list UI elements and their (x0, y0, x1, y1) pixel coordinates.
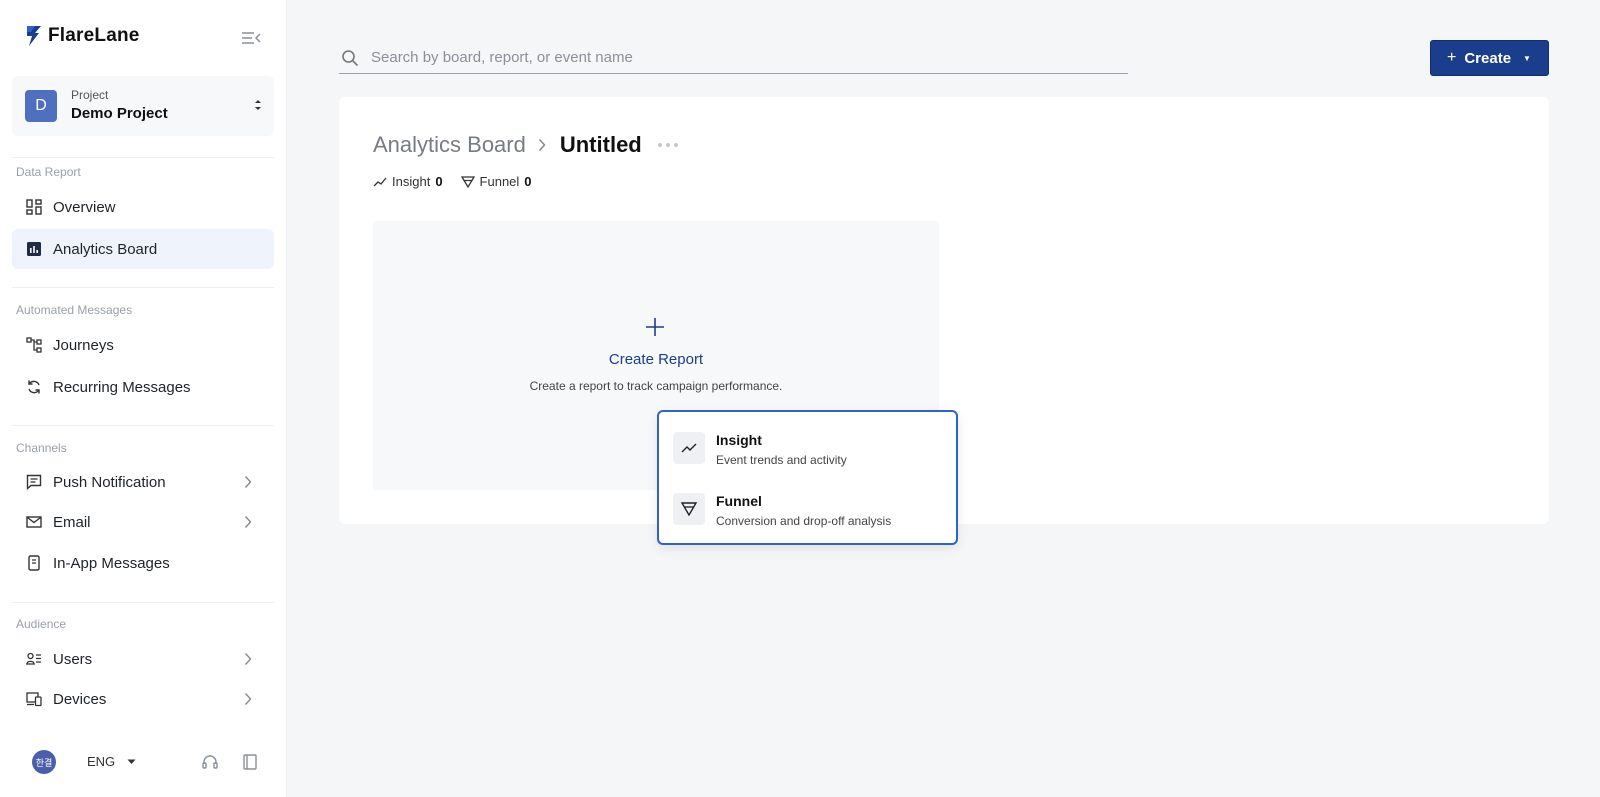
search-input[interactable] (371, 49, 1071, 66)
create-button-label: Create (1464, 49, 1512, 67)
project-selector[interactable]: D Project Demo Project (12, 76, 274, 136)
sidebar-item-push-notification[interactable]: Push Notification (12, 462, 274, 502)
menu-item-description: Conversion and drop-off analysis (716, 514, 892, 528)
collapse-icon (242, 32, 261, 44)
breadcrumb: Analytics Board Untitled (373, 132, 680, 158)
sidebar-item-label: Journeys (53, 336, 114, 354)
headset-icon (202, 755, 218, 769)
section-automated-messages: Automated Messages (16, 303, 133, 317)
flarelane-logo-icon (27, 26, 41, 46)
sidebar-item-analytics-board[interactable]: Analytics Board (12, 229, 274, 269)
insight-label: Insight (392, 174, 431, 189)
search-icon (341, 49, 361, 67)
section-data-report: Data Report (16, 165, 81, 179)
section-channels: Channels (16, 441, 67, 455)
sidebar-item-label: Overview (53, 198, 116, 216)
chevron-right-icon (244, 653, 252, 665)
divider (12, 287, 274, 288)
mobile-icon (25, 554, 43, 572)
mail-icon (25, 513, 43, 531)
caret-down-icon: ▼ (1523, 53, 1531, 63)
menu-item-title: Funnel (716, 493, 762, 509)
sidebar-item-label: Analytics Board (53, 240, 158, 258)
report-type-menu: Insight Event trends and activity Funnel… (657, 410, 958, 545)
devices-icon (25, 690, 43, 708)
funnel-label: Funnel (479, 174, 520, 189)
trend-icon (673, 432, 705, 464)
create-report-link[interactable]: Create Report (373, 351, 939, 368)
sidebar-item-email[interactable]: Email (12, 502, 274, 542)
section-audience: Audience (16, 617, 67, 631)
menu-item-funnel[interactable]: Funnel Conversion and drop-off analysis (673, 487, 943, 535)
message-icon (25, 473, 43, 491)
plus-icon (646, 318, 664, 336)
funnel-count-value: 0 (524, 174, 532, 189)
chevron-right-icon (244, 476, 252, 488)
sidebar-item-label: In-App Messages (53, 554, 170, 572)
sidebar-item-label: Push Notification (53, 473, 166, 491)
search-bar (339, 42, 1128, 74)
insight-count-value: 0 (435, 174, 443, 189)
funnel-icon (460, 175, 475, 188)
support-headset-button[interactable] (200, 752, 220, 772)
funnel-icon (673, 493, 705, 525)
docs-button[interactable] (240, 752, 260, 772)
more-options-button[interactable] (656, 139, 680, 151)
menu-item-insight[interactable]: Insight Event trends and activity (673, 426, 943, 474)
user-avatar[interactable]: 한결 (32, 750, 56, 774)
sidebar-footer: 한결 ENG (0, 740, 287, 780)
create-button[interactable]: + Create ▼ (1430, 40, 1549, 76)
sidebar-item-label: Recurring Messages (53, 378, 191, 396)
sidebar-item-journeys[interactable]: Journeys (12, 325, 274, 365)
divider (12, 157, 274, 158)
plus-icon: + (1447, 49, 1457, 66)
sidebar-item-in-app-messages[interactable]: In-App Messages (12, 543, 274, 583)
journey-icon (25, 336, 43, 354)
refresh-icon (25, 378, 43, 396)
dot-icon (657, 143, 662, 147)
chevron-right-icon (538, 138, 546, 152)
breadcrumb-parent[interactable]: Analytics Board (373, 132, 526, 158)
dot-icon (673, 143, 678, 147)
divider (12, 425, 274, 426)
insight-count: Insight 0 (373, 174, 443, 189)
grid-icon (25, 198, 43, 216)
project-label: Project (71, 88, 109, 102)
chevron-right-icon (244, 693, 252, 705)
book-icon (243, 754, 257, 770)
app-name: FlareLane (48, 25, 140, 46)
page-title[interactable]: Untitled (560, 132, 642, 158)
language-label: ENG (87, 754, 116, 769)
menu-item-description: Event trends and activity (716, 453, 847, 467)
menu-item-title: Insight (716, 432, 762, 448)
sidebar: FlareLane D Project Demo Project Data Re… (0, 0, 287, 797)
sidebar-item-label: Devices (53, 690, 107, 708)
sidebar-item-label: Users (53, 650, 93, 668)
create-report-description: Create a report to track campaign perfor… (529, 379, 783, 393)
users-icon (25, 650, 43, 668)
dot-icon (665, 143, 670, 147)
sidebar-item-devices[interactable]: Devices (12, 679, 274, 719)
sidebar-item-label: Email (53, 513, 91, 531)
divider (12, 602, 274, 603)
language-selector[interactable]: ENG (87, 754, 136, 769)
project-name: Demo Project (71, 105, 168, 122)
report-counts: Insight 0 Funnel 0 (373, 174, 550, 189)
chevron-right-icon (244, 516, 252, 528)
sidebar-item-users[interactable]: Users (12, 639, 274, 679)
project-avatar: D (25, 90, 57, 122)
logo[interactable]: FlareLane (26, 25, 140, 47)
sidebar-item-overview[interactable]: Overview (12, 187, 274, 227)
funnel-count: Funnel 0 (460, 174, 532, 189)
caret-down-icon (127, 759, 136, 764)
sort-icon (255, 100, 261, 110)
trend-icon (373, 177, 387, 186)
sidebar-item-recurring-messages[interactable]: Recurring Messages (12, 367, 274, 407)
collapse-sidebar-button[interactable] (240, 28, 262, 48)
bar-chart-icon (25, 240, 43, 258)
